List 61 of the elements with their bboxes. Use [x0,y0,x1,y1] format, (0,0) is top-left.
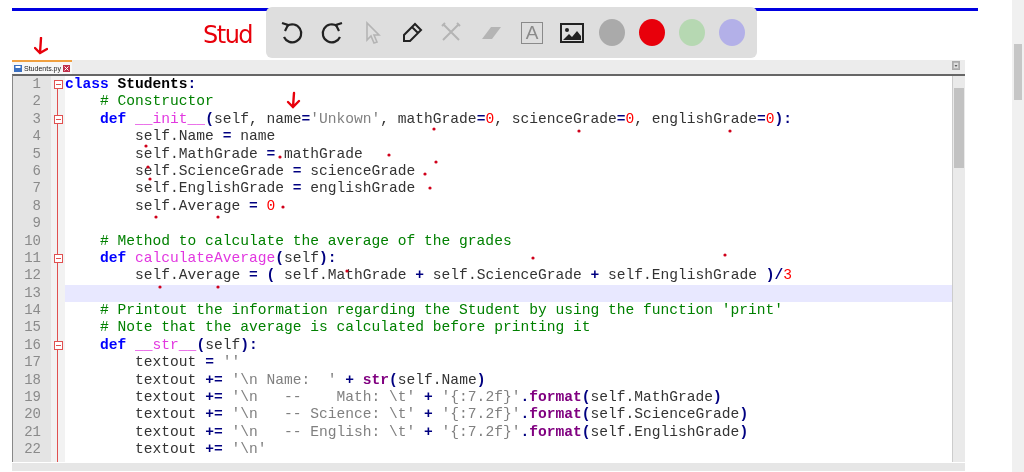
file-icon [14,64,22,72]
color-swatch[interactable] [639,19,665,46]
fold-icon[interactable] [53,114,63,124]
code-line: textout += '\n Name: ' + str(self.Name) [134,371,486,390]
line-number: 3 [31,110,42,129]
handwritten-note: Stud [203,21,253,49]
code-line: self.Average = 0 [134,197,276,216]
code-line: def __str__(self): [99,336,258,355]
line-number: 11 [23,249,42,268]
code-line: def __init__(self, name='Unkown', mathGrade=0, scienceGrade=0, englishGrade=0): [99,110,792,129]
horizontal-scrollbar[interactable] [12,463,965,471]
line-number: 7 [31,180,42,198]
code-line: textout += '\n -- Science: \t' + '{:7.2f}'.format(self.ScienceGrade) [134,406,749,424]
code-line: # Constructor [99,93,214,111]
line-number: 10 [23,232,42,250]
line-number: 1 [31,76,42,94]
color-swatch[interactable] [679,19,705,46]
window-scrollbar[interactable] [1012,0,1024,472]
line-number: 17 [23,354,42,372]
fold-icon[interactable] [53,80,63,90]
line-number: 16 [23,336,42,355]
code-line: # Method to calculate the average of the grades [99,232,512,250]
line-number: 22 [23,441,42,459]
line-number: 4 [31,128,42,146]
code-line: self.Average = ( self.MathGrade + self.ScienceGrade + self.EnglishGrade )/3 [134,267,792,285]
dropdown-icon[interactable] [952,61,960,70]
code-line: textout += '\n -- Math: \t' + '{:7.2f}'.format(self.MathGrade) [134,389,722,407]
code-line: self.EnglishGrade = englishGrade [134,180,416,198]
code-line: textout += '\n -- English: \t' + '{:7.2f}'.format(self.EnglishGrade) [134,423,749,442]
code-line: self.ScienceGrade = scienceGrade [134,162,416,181]
redo-icon[interactable] [319,19,345,46]
down-arrow-icon [286,91,301,109]
line-number: 9 [31,215,42,233]
undo-icon[interactable] [279,19,305,46]
fold-icon[interactable] [53,341,63,351]
code-line: textout += '\n' [134,441,267,459]
color-swatch[interactable] [719,19,745,46]
code-line: self.Name = name [134,128,276,146]
fold-icon[interactable] [53,254,63,264]
color-swatch[interactable] [599,19,625,46]
line-number: 20 [23,406,42,424]
line-number: 21 [23,423,42,442]
line-number: 8 [31,197,42,216]
code-line: def calculateAverage(self): [99,249,337,268]
line-number: 19 [23,389,42,407]
code-line: textout = '' [134,354,241,372]
vertical-scrollbar[interactable] [952,76,965,462]
line-number: 15 [23,319,42,337]
code-line: self.MathGrade = mathGrade [134,145,363,163]
line-number: 18 [23,371,42,390]
line-number: 6 [31,162,42,181]
line-number: 5 [31,145,42,163]
line-number: 12 [23,267,42,285]
close-icon[interactable] [62,64,70,72]
down-arrow-icon [34,37,48,55]
code-line: class Students: [65,76,197,94]
line-number: 13 [23,284,42,303]
line-number: 14 [23,302,42,320]
line-number: 2 [31,93,42,111]
code-line: # Note that the average is calculated before printing it [99,319,591,337]
code-line: # Printout the information regarding the Student by using the function 'print' [99,302,784,320]
